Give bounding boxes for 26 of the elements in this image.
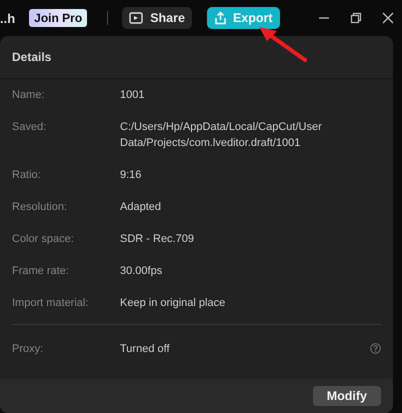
field-label: Ratio: — [12, 169, 42, 181]
field-value: Turned off — [120, 342, 171, 357]
help-icon[interactable] — [370, 343, 381, 354]
field-label: Import material: — [12, 297, 90, 309]
export-icon — [214, 11, 227, 25]
field-value: Keep in original place — [120, 296, 226, 311]
field-value: Adapted — [120, 200, 162, 215]
field-label: Proxy: — [12, 343, 44, 355]
close-icon[interactable] — [382, 12, 394, 24]
field-label: Name: — [12, 89, 46, 101]
field-label: Saved: — [12, 121, 48, 133]
project-name: ..h — [0, 10, 16, 26]
field-value: 30.00fps — [120, 264, 164, 279]
modify-button[interactable]: Modify — [312, 386, 381, 406]
share-button[interactable]: Share — [122, 7, 192, 29]
restore-icon[interactable] — [350, 12, 362, 24]
field-label: Resolution: — [12, 201, 68, 213]
share-icon — [129, 12, 144, 24]
panel-title: Details — [12, 50, 52, 64]
field-label: Color space: — [12, 233, 75, 245]
field-value: C:/Users/Hp/AppData/Local/CapCut/User Data/Projects/com.lveditor.draft/1001 — [120, 120, 323, 151]
field-label: Frame rate: — [12, 265, 70, 277]
join-pro-button[interactable]: Join Pro — [29, 9, 88, 27]
field-value: SDR - Rec.709 — [120, 232, 195, 247]
field-value: 9:16 — [120, 168, 142, 183]
field-value: 1001 — [120, 88, 146, 103]
